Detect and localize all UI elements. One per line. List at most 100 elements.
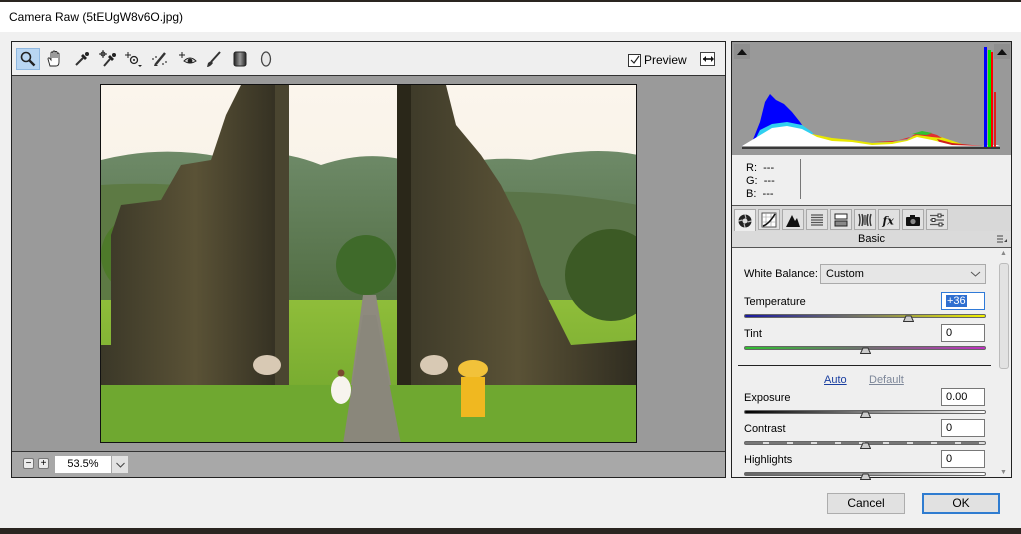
zoom-bar: − + 53.5% <box>12 451 725 477</box>
scroll-up-icon[interactable]: ▲ <box>1000 250 1007 257</box>
preview-image <box>100 84 637 443</box>
zoom-out-button[interactable]: − <box>23 458 34 469</box>
cancel-button[interactable]: Cancel <box>827 493 905 514</box>
tab-tone-curve[interactable] <box>758 209 780 230</box>
zoom-level-field[interactable]: 53.5% <box>55 456 111 473</box>
rgb-readout: R: --- G: --- B: --- <box>732 155 1011 205</box>
default-button[interactable]: Default <box>869 374 904 386</box>
color-sampler-tool-button[interactable] <box>96 48 120 70</box>
exposure-slider-thumb[interactable] <box>859 411 871 418</box>
targeted-adjustment-tool-button[interactable] <box>122 48 146 70</box>
window-title: Camera Raw (5tEUgW8v6O.jpg) <box>9 10 184 24</box>
camera-raw-dialog: Camera Raw (5tEUgW8v6O.jpg) Preview − + … <box>0 2 1021 528</box>
tint-slider-thumb[interactable] <box>859 347 871 354</box>
tone-curve-icon <box>761 212 777 227</box>
readout-divider <box>800 159 801 199</box>
triangle-up-icon <box>997 48 1007 55</box>
sliders-icon <box>930 213 944 226</box>
image-canvas[interactable] <box>12 77 725 452</box>
photo-temple-gate <box>101 85 636 442</box>
spot-removal-icon <box>152 52 167 66</box>
histogram <box>732 42 1011 155</box>
camera-icon <box>906 214 920 226</box>
white-balance-select[interactable]: Custom <box>820 264 986 284</box>
adjustment-brush-tool-button[interactable] <box>202 48 226 70</box>
hand-icon <box>47 50 60 67</box>
zoom-level-dropdown[interactable] <box>112 456 128 473</box>
fx-icon: fx <box>882 214 895 227</box>
hsl-icon <box>811 213 823 226</box>
highlights-label: Highlights <box>744 454 793 466</box>
red-eye-icon <box>179 52 197 64</box>
graduated-filter-tool-button[interactable] <box>228 48 252 70</box>
scroll-down-icon[interactable]: ▼ <box>1000 469 1007 476</box>
target-adjust-icon <box>125 52 142 67</box>
tab-hsl[interactable] <box>806 209 828 230</box>
hand-tool-button[interactable] <box>42 48 66 70</box>
section-header-basic: Basic <box>732 231 1011 248</box>
split-toning-icon <box>834 213 848 226</box>
temperature-slider-thumb[interactable] <box>903 315 915 322</box>
magnifier-icon <box>20 51 36 67</box>
fullscreen-toggle-button[interactable] <box>699 50 717 68</box>
panel-scrollbar[interactable]: ▲ ▼ <box>997 249 1011 477</box>
panel-tabs: fx <box>732 205 1011 232</box>
aperture-icon <box>738 214 752 228</box>
preview-toggle[interactable]: Preview <box>628 53 687 67</box>
highlights-slider-thumb[interactable] <box>859 473 871 480</box>
tab-basic[interactable] <box>734 209 756 232</box>
red-eye-tool-button[interactable] <box>176 48 200 70</box>
preview-checkbox[interactable] <box>628 53 641 67</box>
contrast-label: Contrast <box>744 423 786 435</box>
chevron-down-icon <box>970 271 981 277</box>
zoom-tool-button[interactable] <box>16 48 40 70</box>
tab-lens-corrections[interactable] <box>854 209 876 230</box>
auto-button[interactable]: Auto <box>824 374 847 386</box>
radial-filter-icon <box>260 51 272 67</box>
temperature-slider[interactable] <box>744 314 986 318</box>
fullscreen-icon <box>700 52 715 66</box>
detail-icon <box>786 214 800 227</box>
lens-icon <box>858 213 872 226</box>
tint-label: Tint <box>744 328 762 340</box>
toolbar: Preview <box>12 42 725 76</box>
temperature-label: Temperature <box>744 296 806 308</box>
exposure-label: Exposure <box>744 392 791 404</box>
section-divider <box>738 365 991 366</box>
white-balance-label: White Balance: <box>744 268 818 280</box>
green-readout: G: --- <box>746 175 775 187</box>
tab-split-toning[interactable] <box>830 209 852 230</box>
shadow-clipping-warning-button[interactable] <box>734 44 750 59</box>
highlight-clipping-warning-button[interactable] <box>994 44 1010 59</box>
adjustments-panel: R: --- G: --- B: --- fx Basic White Bala… <box>731 41 1012 480</box>
tab-presets[interactable] <box>926 209 948 230</box>
tab-detail[interactable] <box>782 209 804 230</box>
scrollbar-thumb[interactable] <box>999 263 1009 369</box>
exposure-input[interactable]: 0.00 <box>941 388 985 406</box>
histogram-graph <box>742 47 1000 149</box>
brush-icon <box>207 51 221 67</box>
ok-button[interactable]: OK <box>922 493 1000 514</box>
tab-effects[interactable]: fx <box>878 209 900 230</box>
section-title: Basic <box>858 233 885 245</box>
tab-camera-calibration[interactable] <box>902 209 924 230</box>
zoom-in-button[interactable]: + <box>38 458 49 469</box>
blue-readout: B: --- <box>746 188 774 200</box>
checkmark-icon <box>630 55 639 64</box>
radial-filter-tool-button[interactable] <box>254 48 278 70</box>
graduated-filter-icon <box>233 51 247 67</box>
chevron-down-icon <box>115 462 125 468</box>
panel-menu-icon[interactable] <box>997 234 1007 244</box>
white-balance-value: Custom <box>826 268 864 280</box>
tint-input[interactable]: 0 <box>941 324 985 342</box>
basic-settings: White Balance: Custom Temperature +36 Ti… <box>732 249 997 480</box>
highlights-input[interactable]: 0 <box>941 450 985 468</box>
temperature-input[interactable]: +36 <box>941 292 985 310</box>
contrast-input[interactable]: 0 <box>941 419 985 437</box>
color-sampler-icon <box>99 50 116 67</box>
preview-panel: Preview − + 53.5% <box>11 41 726 478</box>
white-balance-tool-button[interactable] <box>70 48 94 70</box>
contrast-slider-thumb[interactable] <box>859 442 871 449</box>
spot-removal-tool-button[interactable] <box>148 48 172 70</box>
preview-label: Preview <box>644 53 687 67</box>
